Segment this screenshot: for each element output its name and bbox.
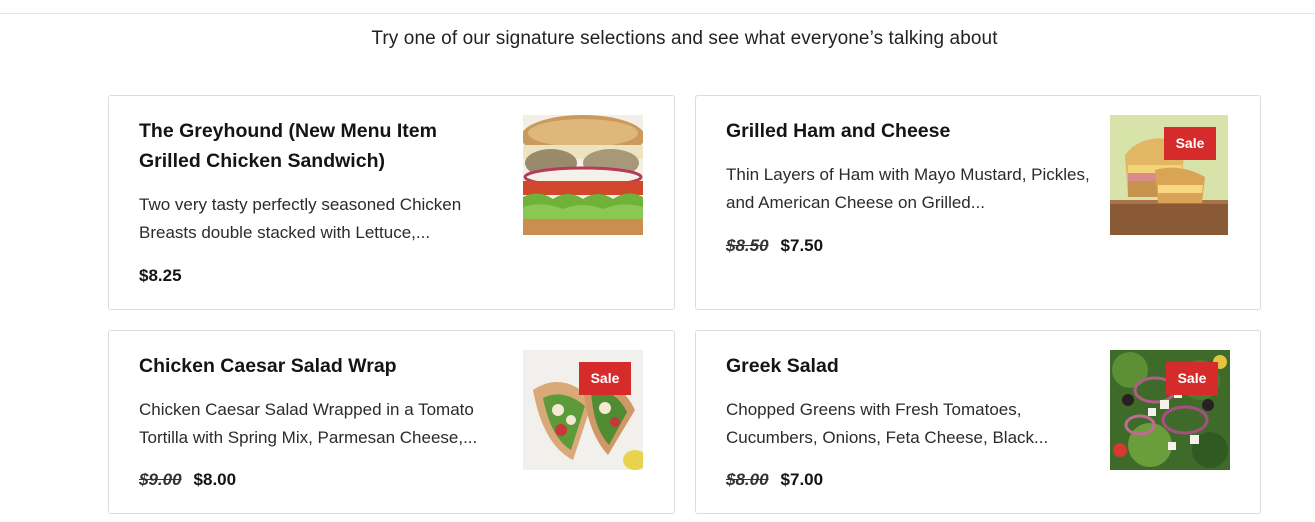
menu-item-title: Grilled Ham and Cheese: [726, 120, 951, 142]
menu-item-original-price: $9.00: [139, 470, 182, 489]
top-divider: [0, 13, 1315, 14]
menu-item-price: $7.50: [780, 236, 824, 255]
chicken-sandwich-image: [523, 115, 643, 235]
menu-item-price: $8.25: [139, 266, 182, 285]
menu-item-original-price: $8.00: [726, 470, 769, 489]
sale-badge: Sale: [1164, 127, 1216, 160]
menu-item-description: Chopped Greens with Fresh Tomatoes, Cucu…: [726, 400, 1049, 447]
menu-item-original-price: $8.50: [726, 236, 769, 255]
menu-item-card[interactable]: Greek Salad Chopped Greens with Fresh To…: [695, 330, 1261, 514]
menu-item-title: The Greyhound (New Menu Item Grilled Chi…: [139, 120, 437, 172]
menu-item-price-row: $8.00 $7.00: [726, 470, 823, 490]
menu-item-card[interactable]: The Greyhound (New Menu Item Grilled Chi…: [108, 95, 675, 310]
sale-badge: Sale: [579, 362, 631, 395]
menu-item-card[interactable]: Chicken Caesar Salad Wrap Chicken Caesar…: [108, 330, 675, 514]
menu-item-price-row: $8.50 $7.50: [726, 236, 823, 256]
section-tagline: Try one of our signature selections and …: [371, 28, 998, 49]
menu-item-price: $8.00: [193, 470, 237, 489]
menu-item-description: Chicken Caesar Salad Wrapped in a Tomato…: [139, 400, 478, 447]
menu-item-card[interactable]: Grilled Ham and Cheese Thin Layers of Ha…: [695, 95, 1261, 310]
menu-item-price: $7.00: [780, 470, 824, 489]
caesar-wrap-image: Sale: [523, 350, 643, 470]
menu-item-description: Thin Layers of Ham with Mayo Mustard, Pi…: [726, 165, 1090, 212]
greek-salad-image: Sale: [1110, 350, 1230, 470]
menu-item-price-row: $8.25: [139, 266, 182, 286]
menu-item-price-row: $9.00 $8.00: [139, 470, 236, 490]
ham-cheese-image: Sale: [1110, 115, 1228, 235]
menu-item-title: Greek Salad: [726, 355, 839, 377]
sale-badge: Sale: [1166, 362, 1218, 395]
menu-item-description: Two very tasty perfectly seasoned Chicke…: [139, 195, 462, 242]
menu-item-title: Chicken Caesar Salad Wrap: [139, 355, 397, 377]
